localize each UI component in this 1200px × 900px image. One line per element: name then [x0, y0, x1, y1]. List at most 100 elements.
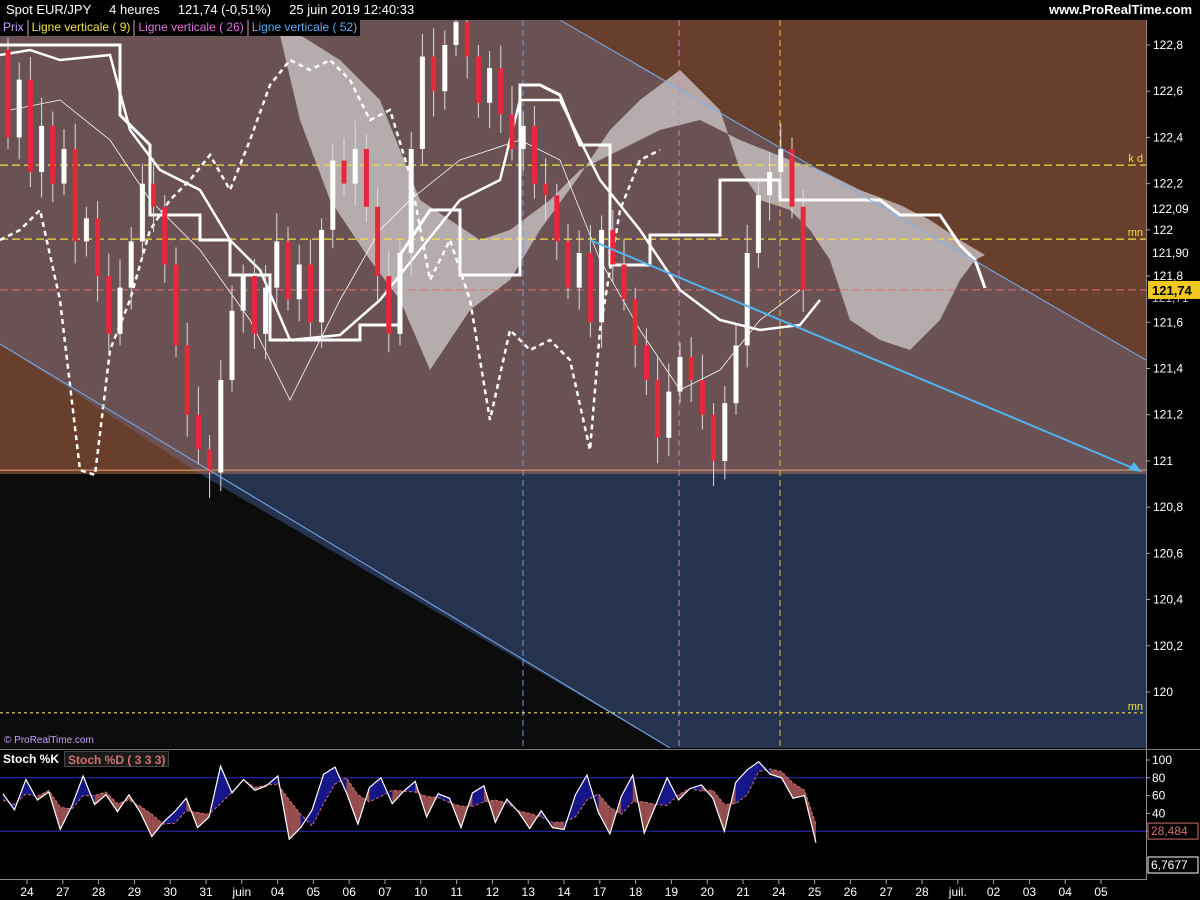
- candle-bear: [106, 276, 112, 334]
- price-panel[interactable]: k d mn mn: [0, 0, 1146, 748]
- chart-header: Spot EUR/JPY 4 heures 121,74 (-0,51%) 25…: [0, 0, 1200, 20]
- candle-bear: [50, 125, 56, 184]
- candle-bear: [173, 264, 179, 346]
- candle-bear: [509, 114, 515, 149]
- candle-bear: [543, 183, 549, 196]
- candle-bull: [352, 148, 358, 184]
- stoch-tick-label: 40: [1152, 806, 1166, 820]
- candle-bear: [386, 276, 392, 334]
- candle-bear: [587, 252, 593, 323]
- candle-bear: [621, 264, 627, 300]
- time-tick-label: 21: [736, 885, 750, 899]
- candle-bull: [61, 148, 67, 184]
- candle-bull: [296, 264, 302, 300]
- candle-bull: [218, 380, 224, 473]
- time-tick-label: 28: [92, 885, 106, 899]
- instrument-name[interactable]: Spot EUR/JPY: [6, 2, 91, 17]
- time-tick-label: 07: [378, 885, 392, 899]
- time-tick-label: 06: [343, 885, 357, 899]
- candle-bull: [397, 252, 403, 334]
- datetime: 25 juin 2019 12:40:33: [289, 2, 415, 17]
- time-tick-label: 27: [56, 885, 70, 899]
- price-tick-label: 121,4: [1153, 362, 1183, 376]
- candle-bull: [722, 403, 728, 461]
- time-tick-label: 04: [271, 885, 285, 899]
- candle-bull: [576, 252, 582, 288]
- candle-bear: [285, 241, 291, 300]
- candle-bear: [27, 79, 33, 173]
- stoch-tick-label: 80: [1152, 771, 1166, 785]
- time-tick-label: 28: [915, 885, 929, 899]
- time-tick-label: 02: [987, 885, 1001, 899]
- candle-bull: [330, 160, 336, 230]
- stoch-k-label[interactable]: Stoch %K: [0, 751, 63, 767]
- candle-bull: [319, 229, 325, 323]
- stochastic-panel[interactable]: [0, 752, 1146, 878]
- candle-bull: [453, 21, 459, 45]
- stoch-d-value: 28,484: [1151, 824, 1188, 838]
- candle-bull: [442, 45, 448, 92]
- timeframe[interactable]: 4 heures: [109, 2, 160, 17]
- time-tick-label: 26: [844, 885, 858, 899]
- candle-bull: [778, 148, 784, 173]
- current-price-label: 121,74: [1152, 283, 1193, 298]
- candle-bear: [711, 414, 717, 461]
- level-kd-label: k d: [1128, 153, 1143, 165]
- stoch-legend: Stoch %K Stoch %D ( 3 3 3): [0, 751, 171, 767]
- candle-bear: [72, 148, 78, 242]
- candle-bear: [632, 299, 638, 346]
- price-tick-label: 122,4: [1153, 130, 1183, 144]
- time-tick-label: 12: [486, 885, 500, 899]
- price-tag-label: 122,09: [1152, 202, 1189, 216]
- price-tag-label: 121,90: [1152, 246, 1189, 260]
- candle-bear: [195, 414, 201, 450]
- candle-bull: [419, 56, 425, 149]
- price-tick-label: 121: [1153, 454, 1173, 468]
- price-tick-label: 120,4: [1153, 593, 1183, 607]
- time-tick-label: 20: [701, 885, 715, 899]
- price-tick-label: 121,6: [1153, 315, 1183, 329]
- candle-bull: [744, 252, 750, 346]
- legend-line-9[interactable]: Ligne verticale ( 9): [28, 19, 134, 36]
- candle-bear: [655, 380, 661, 438]
- stoch-axis[interactable]: 1008060402028,4846,7677: [1146, 753, 1199, 874]
- time-tick-label: 24: [772, 885, 786, 899]
- time-tick-label: 24: [20, 885, 34, 899]
- candle-bear: [184, 345, 190, 415]
- time-tick-label: 10: [414, 885, 428, 899]
- candle-bull: [240, 276, 246, 311]
- time-tick-label: 11: [450, 885, 463, 899]
- time-tick-label: 31: [199, 885, 213, 899]
- legend-price[interactable]: Prix: [0, 19, 27, 36]
- candle-bull: [677, 356, 683, 392]
- legend-line-26[interactable]: Ligne verticale ( 26): [135, 19, 247, 36]
- candle-bull: [16, 79, 22, 138]
- indicator-legend: Prix Ligne verticale ( 9) Ligne vertical…: [0, 19, 362, 36]
- watermark: © ProRealTime.com: [4, 735, 94, 746]
- candle-bear: [699, 380, 705, 415]
- candle-bear: [464, 21, 470, 57]
- candle-bear: [251, 276, 257, 334]
- time-tick-label: 17: [593, 885, 607, 899]
- candle-bear: [95, 218, 101, 277]
- price-tick-label: 120: [1153, 685, 1173, 699]
- candle-bear: [498, 68, 504, 115]
- candle-bull: [229, 310, 235, 381]
- candle-bull: [139, 183, 145, 242]
- stoch-d-label[interactable]: Stoch %D ( 3 3 3): [64, 751, 170, 767]
- time-tick-label: 25: [808, 885, 822, 899]
- site-link[interactable]: www.ProRealTime.com: [1049, 0, 1192, 20]
- price-tick-label: 122: [1153, 223, 1173, 237]
- candle-bull: [263, 287, 269, 334]
- candle-bear: [800, 206, 806, 290]
- candle-bear: [789, 148, 795, 207]
- price-tick-label: 121,2: [1153, 408, 1183, 422]
- candle-bear: [363, 148, 369, 207]
- candle-bear: [643, 345, 649, 381]
- candle-bear: [431, 56, 437, 92]
- candle-bull: [408, 148, 414, 253]
- candle-bear: [610, 229, 616, 265]
- candle-bear: [341, 160, 347, 184]
- candle-bear: [5, 49, 11, 138]
- legend-line-52[interactable]: Ligne verticale ( 52): [248, 19, 361, 36]
